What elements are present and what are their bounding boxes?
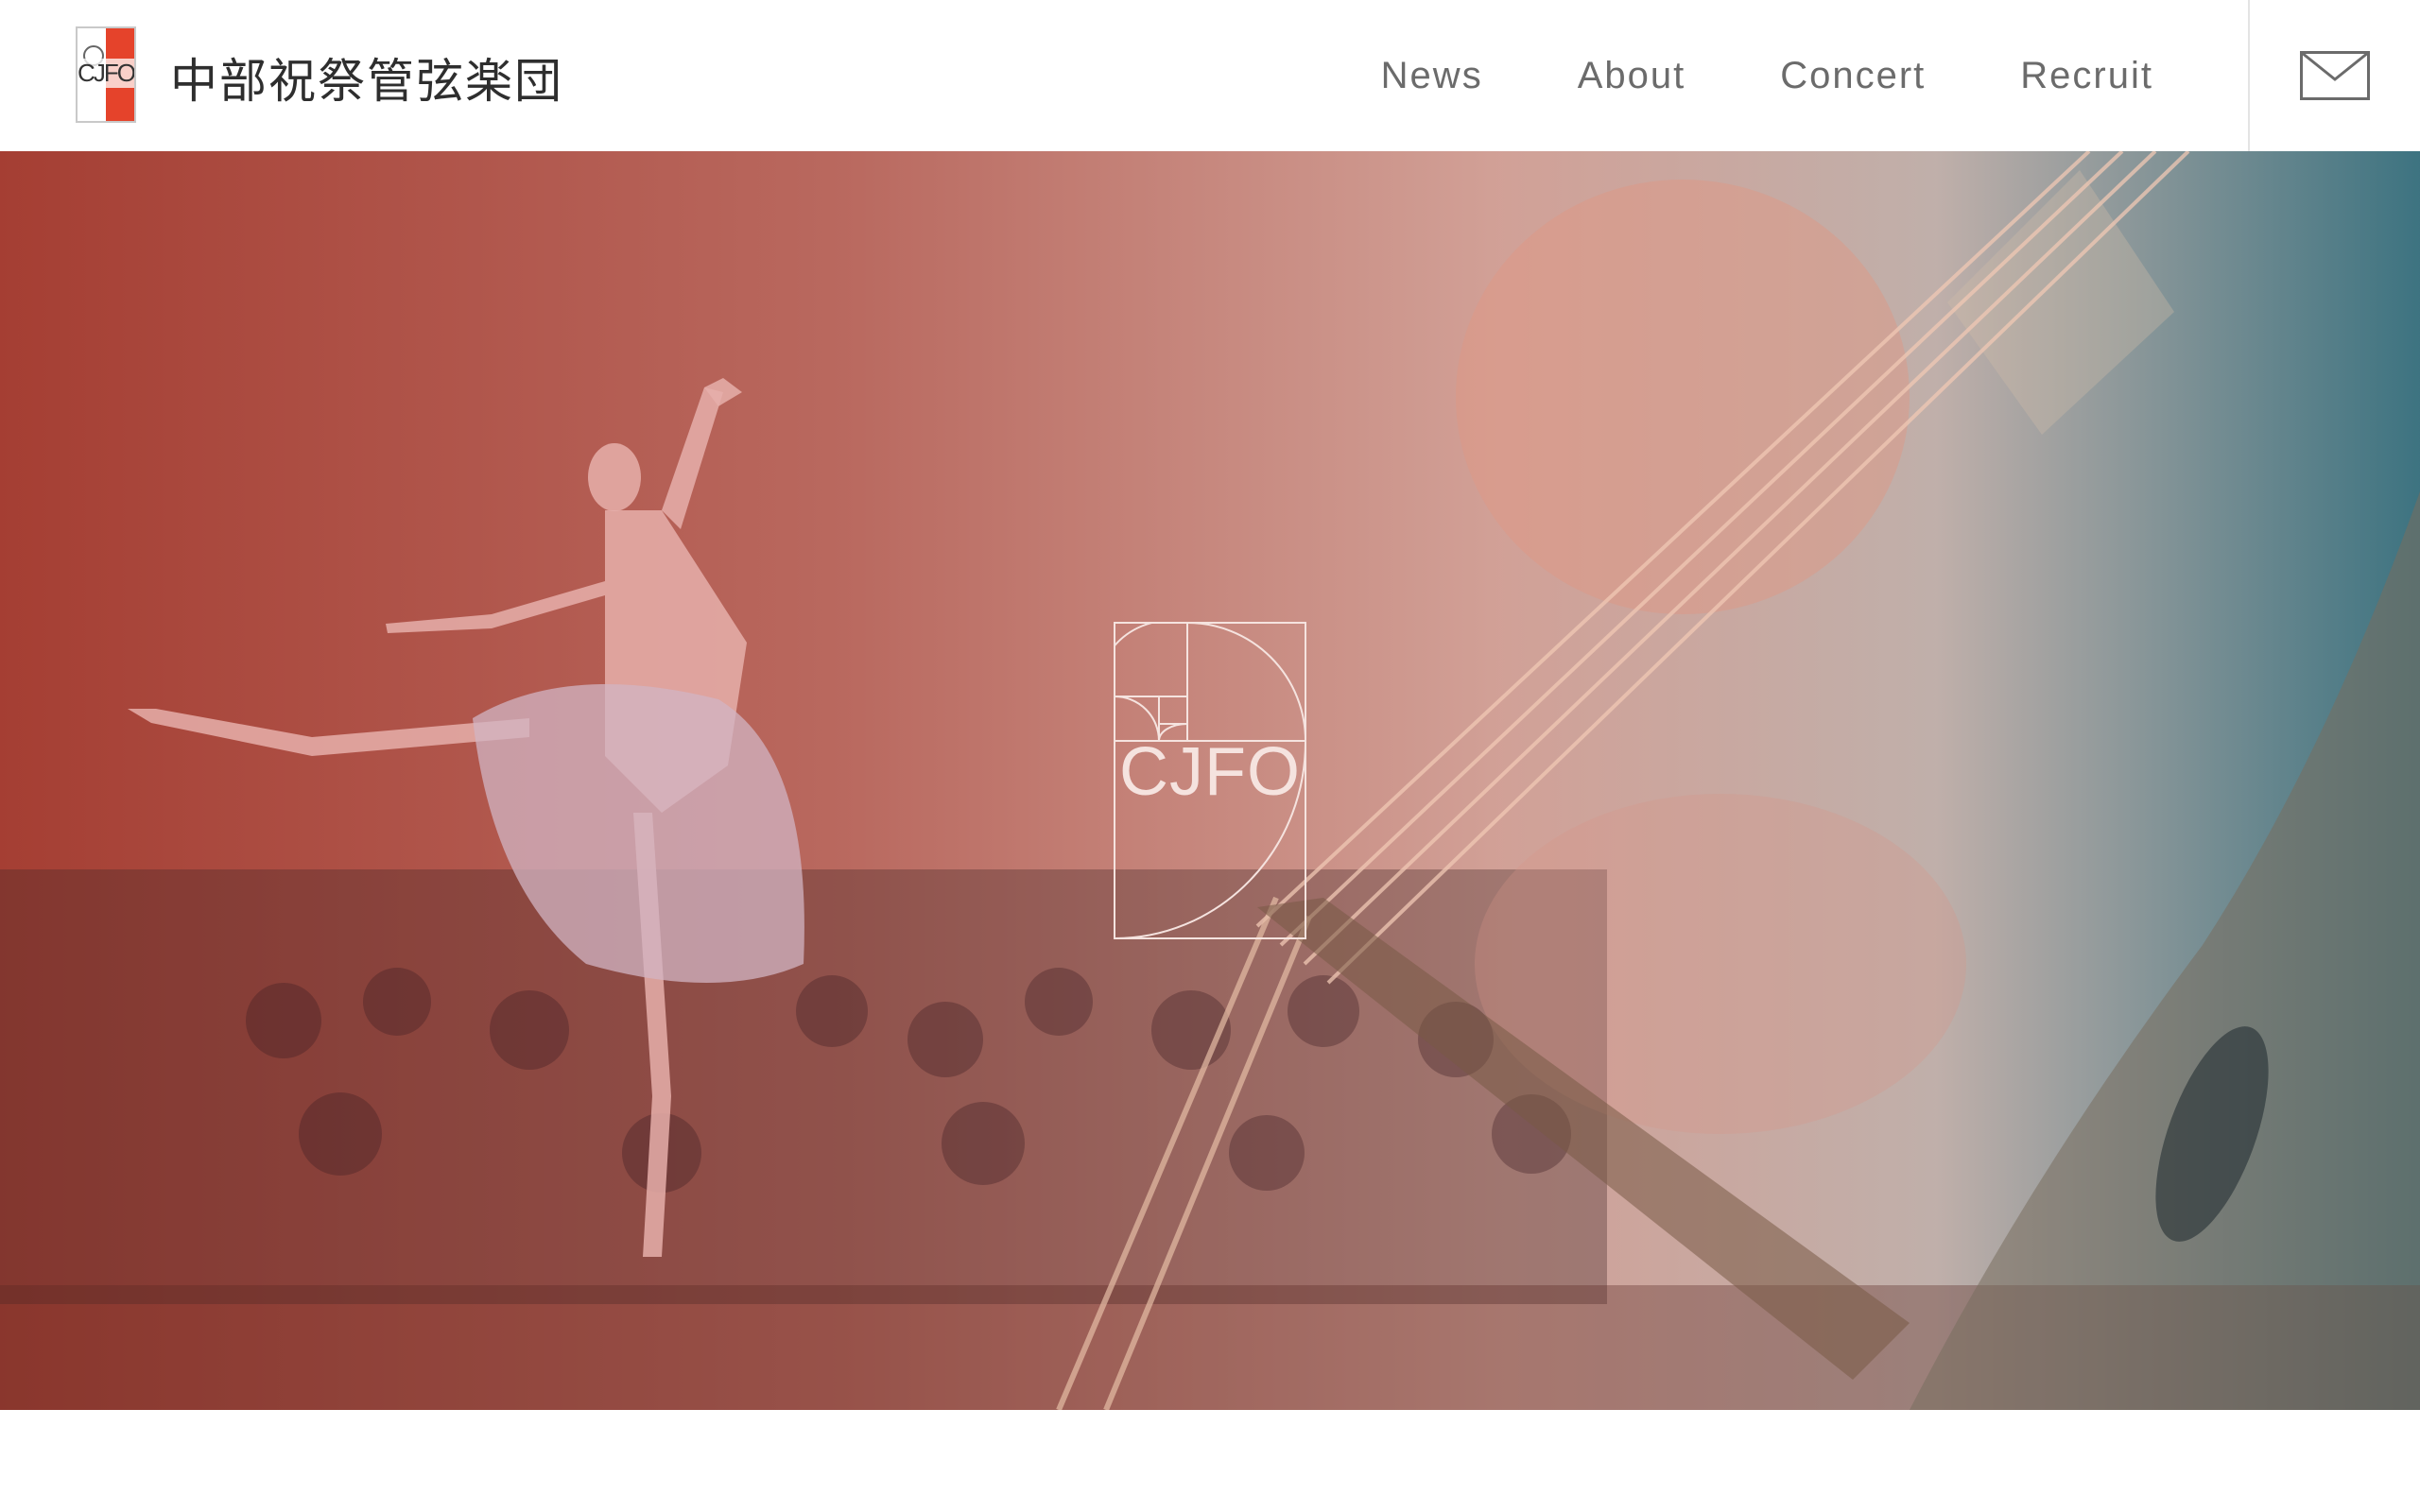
main-nav: News About Concert Recruit — [1381, 55, 2153, 97]
nav-news[interactable]: News — [1381, 55, 1483, 97]
contact-mail-button[interactable] — [2248, 0, 2420, 151]
logo-text: CJFO — [78, 59, 134, 88]
nav-concert[interactable]: Concert — [1780, 55, 1926, 97]
hero-cjfo-logo: CJFO — [1096, 619, 1307, 939]
site-header: CJFO 中部祝祭管弦楽団 News About Concert Recruit — [0, 0, 2420, 151]
envelope-icon — [2300, 51, 2370, 100]
hero-banner: CJFO — [0, 151, 2420, 1410]
nav-recruit[interactable]: Recruit — [2020, 55, 2153, 97]
site-logo[interactable]: CJFO — [76, 26, 136, 123]
content-area — [0, 1410, 2420, 1512]
hero-logo-text: CJFO — [1119, 734, 1301, 810]
site-title[interactable]: 中部祝祭管弦楽団 — [170, 43, 563, 112]
nav-about[interactable]: About — [1578, 55, 1686, 97]
